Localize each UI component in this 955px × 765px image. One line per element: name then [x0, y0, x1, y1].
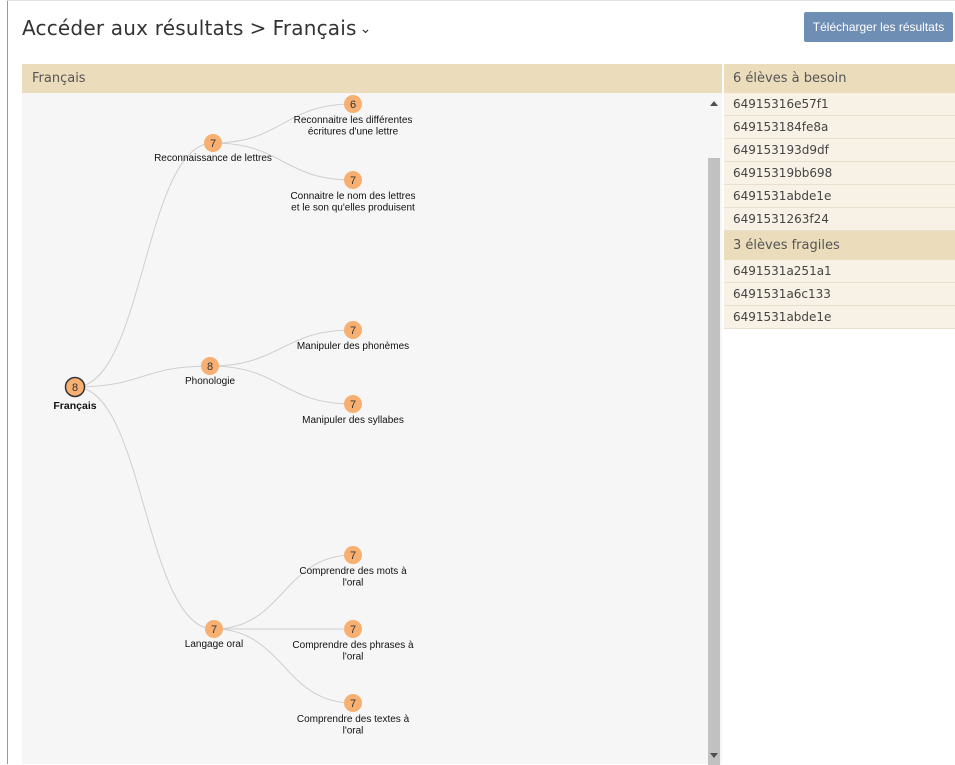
- node-label: Phonologie: [185, 376, 235, 387]
- student-group-header: 6 élèves à besoin: [724, 64, 955, 93]
- tree-link: [74, 386, 215, 630]
- student-item[interactable]: 6491531263f24: [724, 208, 955, 231]
- node-score: 8: [72, 382, 78, 394]
- node-score: 7: [350, 550, 356, 562]
- student-item[interactable]: 649153184fe8a: [724, 116, 955, 139]
- tree-node-skill[interactable]: 7: [344, 321, 362, 339]
- node-label: et le son qu'elles produisent: [291, 203, 415, 214]
- tree-node-skill[interactable]: 7: [344, 171, 362, 189]
- student-item[interactable]: 64915319bb698: [724, 162, 955, 185]
- tree-panel-title: Français: [22, 64, 722, 93]
- tree-node-skill[interactable]: 7: [344, 620, 362, 638]
- tree-node-skill[interactable]: 6: [344, 95, 362, 113]
- subject-selector[interactable]: Français ⌄: [273, 16, 372, 40]
- breadcrumb-separator: >: [249, 16, 267, 40]
- node-score: 6: [350, 99, 356, 111]
- window-left-border: [7, 0, 8, 764]
- tree-node-skill[interactable]: 7: [344, 395, 362, 413]
- node-label: Comprendre des phrases à: [292, 640, 414, 651]
- node-label: Comprendre des mots à: [299, 566, 407, 577]
- window-top-border: [7, 0, 955, 1]
- page-title: Accéder aux résultats > Français ⌄: [22, 16, 372, 40]
- download-results-button[interactable]: Télécharger les résultats: [804, 12, 953, 42]
- tree-scrollbar[interactable]: [706, 93, 722, 765]
- tree-link: [74, 142, 214, 388]
- node-score: 7: [350, 698, 356, 710]
- node-label: l'oral: [343, 726, 364, 737]
- chevron-down-icon[interactable]: ⌄: [360, 21, 372, 37]
- node-score: 7: [350, 325, 356, 337]
- node-label: Manipuler des phonèmes: [297, 341, 409, 352]
- node-score: 7: [350, 175, 356, 187]
- student-item[interactable]: 6491531abde1e: [724, 185, 955, 208]
- student-item[interactable]: 6491531a251a1: [724, 260, 955, 283]
- node-label: Langage oral: [185, 639, 243, 650]
- node-score: 7: [350, 399, 356, 411]
- node-label: écritures d'une lettre: [308, 127, 399, 138]
- node-score: 8: [207, 361, 213, 373]
- node-label: Manipuler des syllabes: [302, 415, 404, 426]
- node-label: Connaitre le nom des lettres: [290, 191, 415, 202]
- student-item[interactable]: 649153193d9df: [724, 139, 955, 162]
- tree-node-skill[interactable]: 7: [344, 546, 362, 564]
- tree-node-branch[interactable]: 7: [204, 134, 222, 152]
- student-item[interactable]: 64915316e57f1: [724, 93, 955, 116]
- skills-tree: 8 Français 7 Reconnaissance de lettres 6 Reco…: [53, 95, 416, 737]
- node-score: 7: [350, 624, 356, 636]
- student-item[interactable]: 6491531a6c133: [724, 283, 955, 306]
- tree-node-branch[interactable]: 7: [205, 620, 223, 638]
- tree-node-skill[interactable]: 7: [344, 694, 362, 712]
- subject-label[interactable]: Français: [273, 16, 357, 40]
- breadcrumb-root[interactable]: Accéder aux résultats: [22, 16, 244, 40]
- node-score: 7: [210, 138, 216, 150]
- scroll-down-arrow-icon[interactable]: [710, 753, 718, 758]
- skills-tree-panel: Français 8 Français 7 Reconnaissance de let…: [22, 64, 722, 765]
- node-label: Français: [53, 400, 96, 412]
- students-sidebar: 6 élèves à besoin 64915316e57f1 649153184f…: [724, 64, 955, 329]
- node-label: l'oral: [343, 578, 364, 589]
- scroll-thumb[interactable]: [708, 158, 720, 765]
- node-label: Reconnaissance de lettres: [154, 153, 272, 164]
- tree-node-branch[interactable]: 8: [201, 357, 219, 375]
- node-label: Reconnaitre les différentes: [294, 115, 413, 126]
- student-group-header: 3 élèves fragiles: [724, 231, 955, 260]
- node-label: Comprendre des textes à: [297, 714, 410, 725]
- node-label: l'oral: [343, 652, 364, 663]
- scroll-up-arrow-icon[interactable]: [710, 101, 718, 106]
- node-score: 7: [211, 624, 217, 636]
- student-item[interactable]: 6491531abde1e: [724, 306, 955, 329]
- tree-node-root[interactable]: 8: [64, 376, 86, 398]
